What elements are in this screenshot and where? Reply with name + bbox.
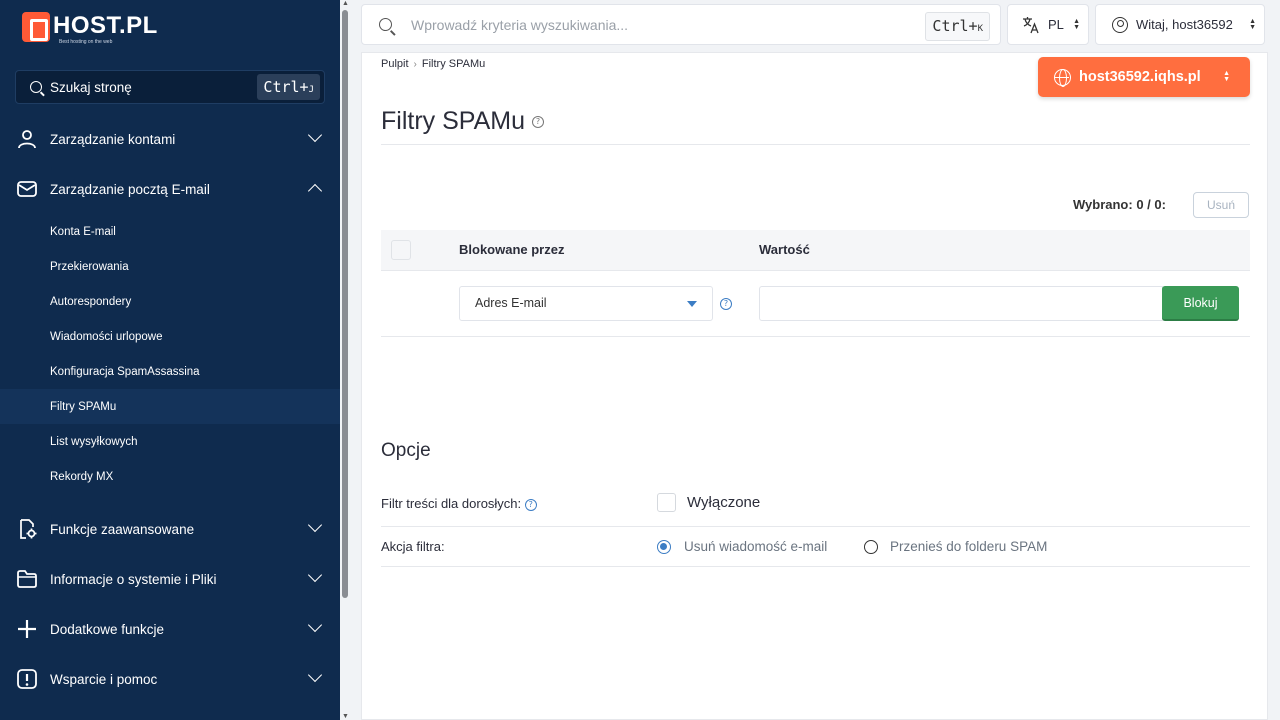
chevron-down-icon (307, 127, 323, 143)
sidebar-item-support[interactable]: Wsparcie i pomoc (0, 654, 340, 704)
sidebar-subitem-vacation-messages[interactable]: Wiadomości urlopowe (0, 319, 340, 354)
translate-icon (1023, 16, 1039, 33)
sidebar-item-label: Funkcje zaawansowane (50, 521, 195, 537)
filter-value-input[interactable] (759, 286, 1163, 321)
sidebar-item-label: Zarządzanie kontami (50, 131, 176, 147)
chevron-up-icon (307, 183, 323, 199)
radio-delete-email-label[interactable]: Usuń wiadomość e-mail (684, 539, 827, 554)
adult-filter-label-wrap: Filtr treści dla dorosłych: ? (381, 496, 537, 511)
sidebar-search-label: Szukaj stronę (50, 79, 132, 95)
sidebar-subitem-email-accounts[interactable]: Konta E-mail (0, 214, 340, 249)
plus-icon (18, 620, 36, 638)
sidebar-item-label: Wsparcie i pomoc (50, 671, 158, 687)
breadcrumb: Pulpit › Filtry SPAMu (381, 58, 485, 70)
option-filter-action: Akcja filtra: Usuń wiadomość e-mail Prze… (381, 527, 1250, 567)
radio-delete-email[interactable] (657, 540, 671, 554)
advanced-settings-icon (20, 519, 37, 539)
sidebar: HOST.PL Best hosting on the web Szukaj s… (0, 0, 340, 720)
folder-icon (17, 570, 37, 588)
search-icon (379, 18, 392, 31)
sidebar-item-system-info-files[interactable]: Informacje o systemie i Pliki (0, 554, 340, 604)
logo-icon (22, 12, 50, 42)
sidebar-subitem-autoresponders[interactable]: Autorespondery (0, 284, 340, 319)
search-icon (30, 81, 42, 93)
page-title-wrap: Filtry SPAMu ? (381, 107, 544, 136)
chevron-down-icon (307, 617, 323, 633)
domain-label: host36592.iqhs.pl (1079, 69, 1201, 85)
sidebar-scrollbar[interactable]: ▲ ▼ (340, 0, 350, 720)
sidebar-item-additional-features[interactable]: Dodatkowe funkcje (0, 604, 340, 654)
options-heading: Opcje (381, 440, 431, 461)
sidebar-item-label: Informacje o systemie i Pliki (50, 571, 217, 587)
sidebar-subitem-spamassassin[interactable]: Konfiguracja SpamAssassina (0, 354, 340, 389)
selected-count: Wybrano: 0 / 0: (1073, 197, 1166, 212)
filter-action-label: Akcja filtra: (381, 539, 445, 554)
table-header: Blokowane przez Wartość (381, 230, 1250, 271)
logo[interactable]: HOST.PL Best hosting on the web (22, 12, 158, 45)
updown-chevron-icon: ▲ ▼ (1249, 18, 1256, 31)
sidebar-item-label: Dodatkowe funkcje (50, 621, 165, 637)
radio-move-to-spam-label[interactable]: Przenieś do folderu SPAM (890, 539, 1047, 554)
main-panel: Pulpit › Filtry SPAMu host36592.iqhs.pl ▲ ▼… (361, 52, 1268, 720)
breadcrumb-current: Filtry SPAMu (421, 58, 486, 70)
option-adult-filter: Filtr treści dla dorosłych: ? Wyłączone (381, 493, 1250, 527)
language-selector[interactable]: PL ▲ ▼ (1007, 4, 1089, 45)
table-row-new-filter: Adres E-mail ? Blokuj (381, 271, 1250, 337)
scrollbar-thumb[interactable] (342, 10, 348, 598)
updown-chevron-icon: ▲ ▼ (1223, 70, 1230, 83)
chevron-down-icon (307, 517, 323, 533)
adult-filter-state: Wyłączone (687, 494, 761, 511)
sidebar-subitem-mx-records[interactable]: Rekordy MX (0, 459, 340, 494)
sidebar-item-account-management[interactable]: Zarządzanie kontami (0, 114, 340, 164)
sidebar-subitem-spam-filters[interactable]: Filtry SPAMu (0, 389, 340, 424)
help-icon[interactable]: ? (720, 298, 732, 310)
scroll-up-icon[interactable]: ▲ (342, 0, 349, 7)
breadcrumb-home[interactable]: Pulpit (381, 58, 409, 70)
select-all-checkbox[interactable] (391, 240, 411, 260)
block-type-value: Adres E-mail (475, 296, 547, 310)
column-header-blocked-by: Blokowane przez (459, 242, 565, 257)
sidebar-item-email-management[interactable]: Zarządzanie pocztą E-mail (0, 164, 340, 214)
alert-icon (17, 669, 37, 689)
sidebar-subitem-forwarders[interactable]: Przekierowania (0, 249, 340, 284)
scroll-down-icon[interactable]: ▼ (342, 713, 349, 720)
chevron-down-icon (307, 567, 323, 583)
user-icon (18, 130, 36, 149)
user-circle-icon (1112, 16, 1128, 33)
brand-name: HOST.PL (53, 12, 158, 39)
language-label: PL (1048, 17, 1064, 32)
radio-move-to-spam[interactable] (864, 540, 878, 554)
chevron-down-icon (307, 667, 323, 683)
sidebar-subitem-mailing-lists[interactable]: List wysyłkowych (0, 424, 340, 459)
adult-filter-label: Filtr treści dla dorosłych: (381, 496, 522, 511)
sidebar-item-label: Zarządzanie pocztą E-mail (50, 181, 210, 197)
adult-filter-checkbox[interactable] (657, 493, 676, 512)
caret-down-icon (687, 301, 697, 307)
brand-tagline: Best hosting on the web (59, 39, 113, 45)
block-type-select[interactable]: Adres E-mail (459, 286, 713, 321)
column-header-value: Wartość (759, 242, 810, 257)
block-button[interactable]: Blokuj (1162, 286, 1239, 321)
sidebar-item-advanced-features[interactable]: Funkcje zaawansowane (0, 504, 340, 554)
user-greeting: Witaj, host36592 (1136, 17, 1233, 32)
global-search-shortcut: Ctrl+K (925, 12, 990, 41)
divider (381, 144, 1250, 145)
sidebar-search-shortcut: Ctrl+J (257, 74, 320, 100)
global-search-input[interactable] (411, 14, 911, 36)
sidebar-search[interactable]: Szukaj stronę Ctrl+J (15, 70, 325, 104)
mail-icon (17, 181, 37, 197)
page-title: Filtry SPAMu (381, 107, 525, 135)
help-icon[interactable]: ? (531, 116, 544, 129)
globe-icon (1054, 68, 1071, 87)
updown-chevron-icon: ▲ ▼ (1073, 18, 1080, 31)
delete-button[interactable]: Usuń (1193, 192, 1249, 218)
user-menu[interactable]: Witaj, host36592 ▲ ▼ (1095, 4, 1265, 45)
help-icon[interactable]: ? (524, 498, 537, 511)
chevron-right-icon: › (413, 59, 417, 70)
global-search: Ctrl+K (361, 4, 1001, 45)
domain-selector[interactable]: host36592.iqhs.pl ▲ ▼ (1038, 57, 1250, 97)
